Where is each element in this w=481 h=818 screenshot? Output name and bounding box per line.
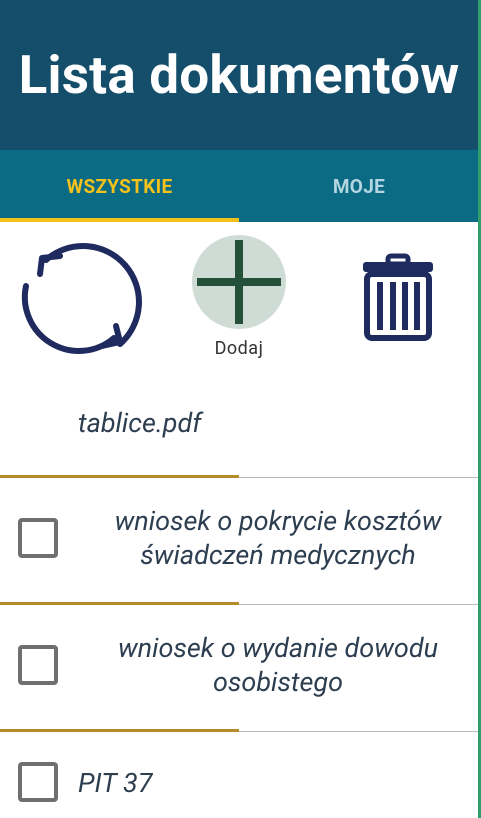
list-item[interactable]: PIT 37 [0, 732, 478, 818]
document-checkbox[interactable] [18, 518, 58, 558]
tab-bar: WSZYSTKIE MOJE [0, 150, 481, 222]
toolbar: Dodaj [0, 222, 481, 382]
list-item[interactable]: tablice.pdf [0, 382, 478, 478]
refresh-button[interactable] [16, 234, 142, 362]
app-header: Lista dokumentów [0, 0, 481, 150]
document-name: tablice.pdf [78, 407, 202, 439]
document-checkbox[interactable] [18, 645, 58, 685]
refresh-icon [21, 243, 142, 354]
tab-all[interactable]: WSZYSTKIE [0, 150, 239, 222]
list-item[interactable]: wniosek o wydanie dowodu osobistego [0, 605, 478, 732]
plus-icon [192, 235, 286, 329]
document-name: wniosek o pokrycie kosztów świadczeń med… [114, 505, 442, 571]
tab-mine[interactable]: MOJE [239, 150, 479, 222]
document-checkbox[interactable] [18, 762, 58, 802]
list-item[interactable]: wniosek o pokrycie kosztów świadczeń med… [0, 478, 478, 605]
document-name: wniosek o wydanie dowodu osobistego [117, 632, 439, 698]
trash-icon [363, 253, 433, 341]
document-list-screen: Lista dokumentów WSZYSTKIE MOJE Dodaj ta… [0, 0, 481, 818]
add-button[interactable] [191, 234, 287, 330]
add-button-label: Dodaj [214, 338, 264, 359]
document-name: PIT 37 [78, 767, 153, 799]
page-title: Lista dokumentów [18, 44, 460, 106]
delete-button[interactable] [360, 252, 436, 342]
